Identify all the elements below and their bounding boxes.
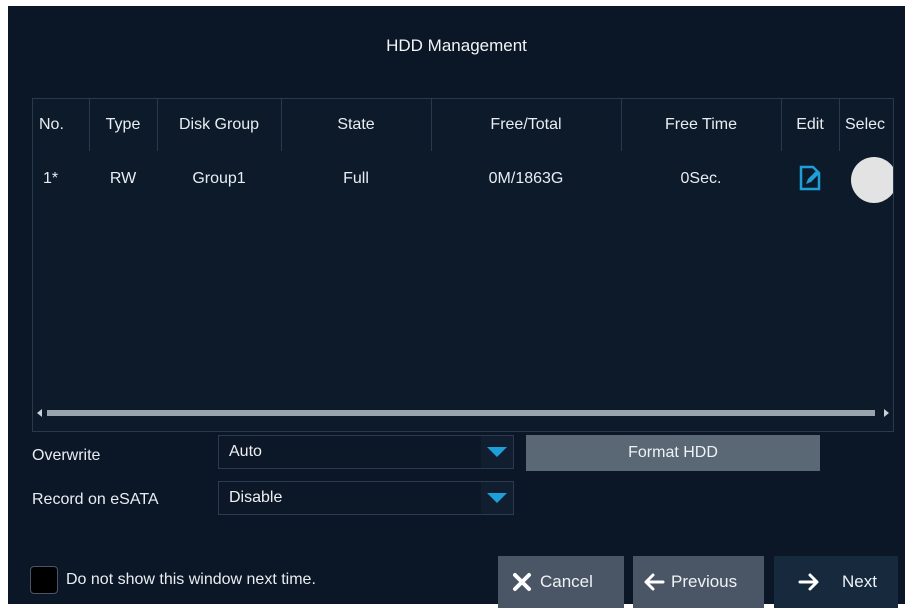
select-radio[interactable] xyxy=(851,157,893,203)
esata-select[interactable]: Disable xyxy=(218,481,514,515)
next-button[interactable]: Next xyxy=(774,556,898,608)
overwrite-label: Overwrite xyxy=(32,447,101,464)
next-label: Next xyxy=(842,572,877,591)
column-header-state: State xyxy=(281,99,432,151)
edit-icon[interactable] xyxy=(799,165,821,191)
cell-state: Full xyxy=(343,170,369,187)
overwrite-select[interactable]: Auto xyxy=(218,435,514,469)
table-header: No. Type Disk Group State Free/Total Fre… xyxy=(33,99,893,151)
scroll-left-icon[interactable] xyxy=(37,409,42,417)
cell-no: 1* xyxy=(43,170,59,187)
dont-show-label: Do not show this window next time. xyxy=(66,571,316,588)
scrollbar-thumb[interactable] xyxy=(47,410,875,416)
column-header-edit: Edit xyxy=(781,99,840,151)
cell-free-time: 0Sec. xyxy=(680,170,722,187)
cell-free-total: 0M/1863G xyxy=(488,170,564,187)
cancel-button[interactable]: Cancel xyxy=(498,556,624,608)
hdd-management-dialog: HDD Management No. Type Disk Group State… xyxy=(8,6,905,608)
chevron-down-icon[interactable] xyxy=(481,482,513,514)
column-header-no: No. xyxy=(39,99,90,151)
previous-button[interactable]: Previous xyxy=(633,556,764,608)
format-hdd-button[interactable]: Format HDD xyxy=(526,435,820,471)
close-x-icon xyxy=(513,573,531,591)
esata-value: Disable xyxy=(229,489,283,506)
dialog-title: HDD Management xyxy=(386,36,527,55)
arrow-left-icon xyxy=(644,573,665,591)
previous-label: Previous xyxy=(671,572,738,591)
horizontal-scrollbar[interactable] xyxy=(35,406,891,420)
overwrite-value: Auto xyxy=(229,443,262,460)
column-header-select: Selec xyxy=(845,116,886,133)
cancel-label: Cancel xyxy=(540,572,593,591)
column-header-disk-group: Disk Group xyxy=(157,99,282,151)
cell-disk-group: Group1 xyxy=(192,170,246,187)
column-header-free-time: Free Time xyxy=(621,99,782,151)
dont-show-checkbox[interactable] xyxy=(30,566,58,594)
esata-label: Record on eSATA xyxy=(32,491,159,508)
scroll-right-icon[interactable] xyxy=(884,409,889,417)
column-header-free-total: Free/Total xyxy=(431,99,622,151)
column-header-type: Type xyxy=(89,99,158,151)
cell-type: RW xyxy=(109,170,137,187)
arrow-right-icon xyxy=(798,573,819,591)
chevron-down-icon[interactable] xyxy=(481,436,513,468)
disk-table: No. Type Disk Group State Free/Total Fre… xyxy=(32,98,894,432)
table-row[interactable]: 1* RW Group1 Full 0M/1863G 0Sec. xyxy=(33,151,893,207)
